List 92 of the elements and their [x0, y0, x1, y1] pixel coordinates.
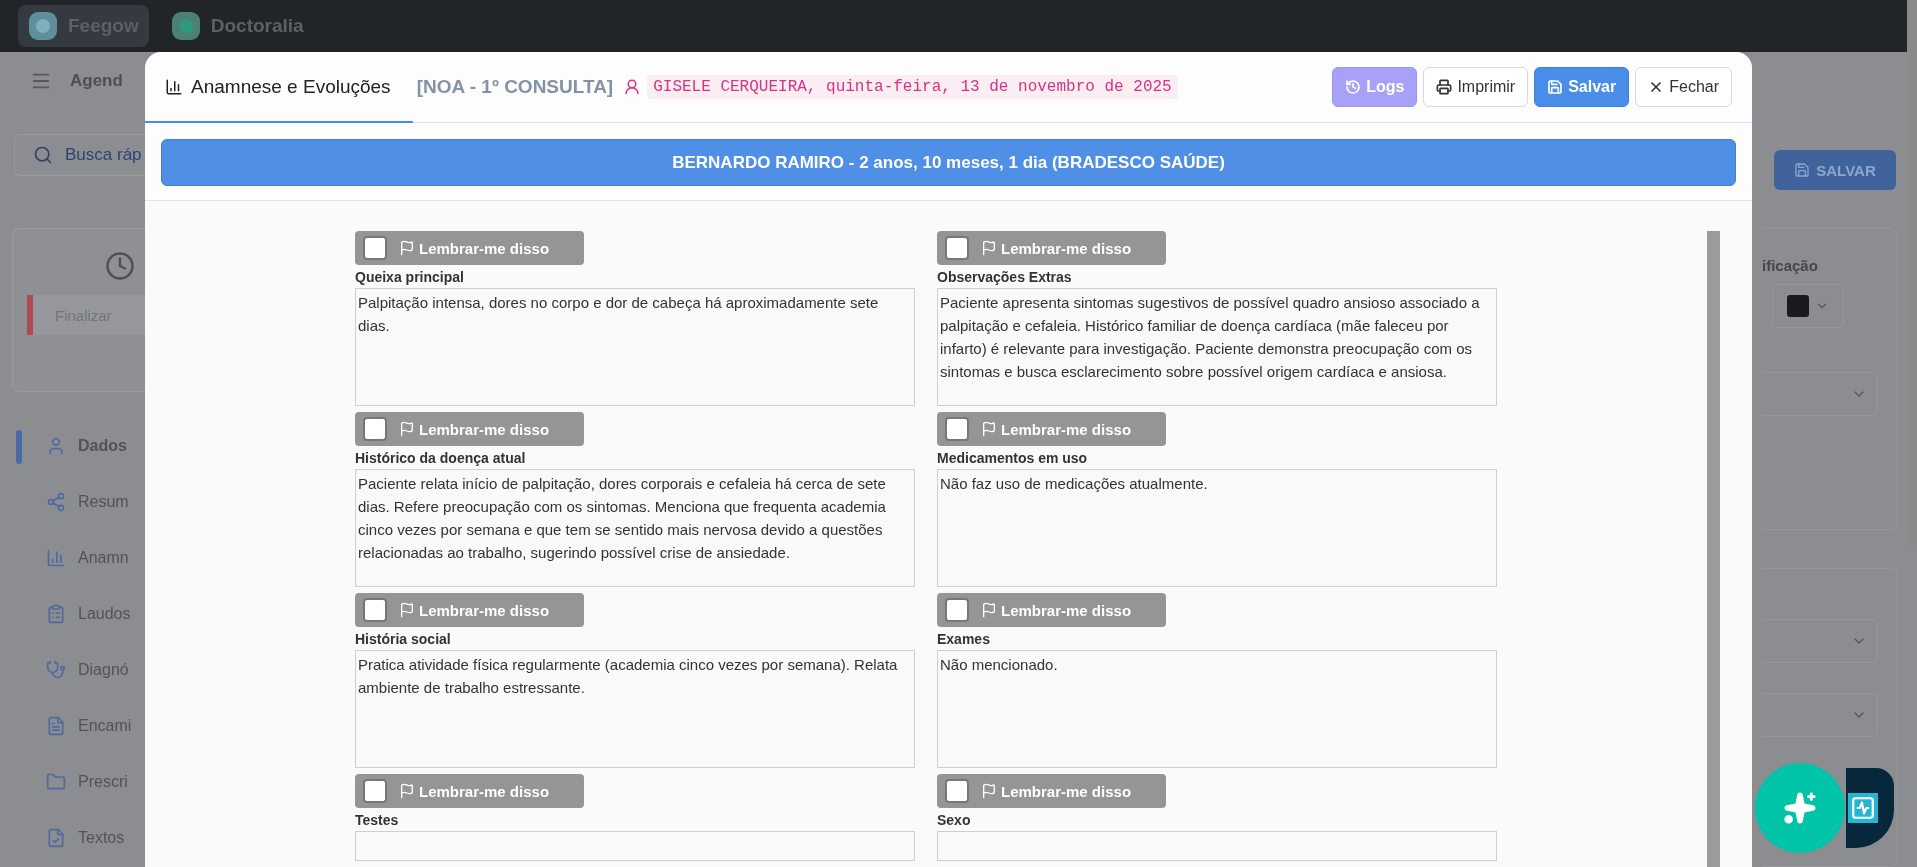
field-label: História social: [355, 631, 452, 647]
text-area[interactable]: Pratica atividade física regularmente (academia cinco vezes por semana). Relata ambiente de trabalho estressante.: [355, 650, 915, 768]
logo-icon: [170, 11, 201, 41]
flag-icon: [399, 240, 415, 256]
flag-icon: [399, 421, 415, 437]
flag-icon: [981, 783, 997, 799]
chart-icon: [165, 77, 183, 96]
field-label: Testes: [355, 812, 400, 828]
checkbox[interactable]: [945, 236, 969, 260]
appointment-type: [NOA - 1º CONSULTA]: [416, 76, 614, 98]
text-area[interactable]: Paciente relata início de palpitação, dores corporais e cefaleia há cerca de sete dias. Refere preocupação com os sintomas. Menciona que frequenta academia cinco vezes por semana e que tem se sentido mais nervosa devido a questões relacionadas ao trabalho, sugerindo possível crise de ansiedade.: [355, 469, 915, 587]
checkbox[interactable]: [945, 417, 969, 441]
nav-icon: [46, 436, 66, 456]
logo-icon: [28, 11, 58, 41]
save-icon: [1547, 79, 1564, 95]
text-area[interactable]: Não mencionado.: [937, 650, 1497, 768]
color-picker[interactable]: [1772, 284, 1844, 328]
field-label: Observações Extras: [937, 269, 1073, 285]
nav-icon: [46, 492, 66, 512]
reminder-label: Lembrar-me disso: [419, 601, 550, 619]
activity-icon: [1848, 793, 1878, 823]
reminder-label: Lembrar-me disso: [1001, 239, 1132, 257]
monitor-button[interactable]: [1846, 768, 1894, 848]
reminder-label: Lembrar-me disso: [1001, 601, 1132, 619]
nav-icon: [46, 716, 66, 736]
save-icon: [1794, 162, 1811, 178]
app-tab[interactable]: Doctoralia: [160, 5, 314, 47]
checkbox[interactable]: [945, 779, 969, 803]
nav-item[interactable]: Textos: [0, 810, 145, 866]
flag-icon: [981, 602, 997, 618]
field-label: Queixa principal: [355, 269, 465, 285]
patient-info: GISELE CERQUEIRA, quinta-feira, 13 de novembro de 2025: [647, 75, 1178, 99]
reminder-toggle[interactable]: Lembrar-me disso: [355, 412, 584, 446]
select-field[interactable]: [1762, 372, 1878, 416]
reminder-label: Lembrar-me disso: [1001, 782, 1132, 800]
nav-icon: [46, 660, 66, 680]
checkbox[interactable]: [363, 779, 387, 803]
reminder-toggle[interactable]: Lembrar-me disso: [937, 593, 1166, 627]
nav-icon: [46, 604, 66, 624]
reminder-toggle[interactable]: Lembrar-me disso: [937, 774, 1166, 808]
nav-item[interactable]: Resum: [0, 474, 145, 530]
reminder-label: Lembrar-me disso: [1001, 420, 1132, 438]
checkbox[interactable]: [363, 598, 387, 622]
patient-banner[interactable]: BERNARDO RAMIRO - 2 anos, 10 meses, 1 dia (BRADESCO SAÚDE): [161, 139, 1736, 186]
nav-icon: [46, 548, 66, 568]
field-label: Sexo: [937, 812, 972, 828]
text-area[interactable]: Paciente apresenta sintomas sugestivos de possível quadro ansioso associado a palpitação e cefaleia. Histórico familiar de doença cardíaca (mãe faleceu por infarto) é relevante para investigação. Paciente demonstra preocupação com os sintomas e busca esclarecimento sobre possível origem cardíaca e ansiosa.: [937, 288, 1497, 406]
select-field[interactable]: [1762, 619, 1878, 663]
close-button[interactable]: Fechar: [1635, 67, 1732, 107]
nav-item[interactable]: Dados: [0, 418, 145, 474]
flag-icon: [981, 240, 997, 256]
checkbox[interactable]: [363, 417, 387, 441]
field-label: Histórico da doença atual: [355, 450, 527, 466]
sparkles-icon: [1783, 791, 1817, 825]
save-button[interactable]: SALVAR: [1774, 150, 1896, 190]
nav-item[interactable]: Laudos: [0, 586, 145, 642]
person-icon: [623, 78, 642, 96]
nav-item[interactable]: Diagnó: [0, 642, 145, 698]
logs-button[interactable]: Logs: [1332, 67, 1418, 107]
field-label: ificação: [1762, 257, 1819, 274]
nav-item[interactable]: Encami: [0, 698, 145, 754]
text-area[interactable]: Palpitação intensa, dores no corpo e dor de cabeça há aproximadamente sete dias.: [355, 288, 915, 406]
checkbox[interactable]: [945, 598, 969, 622]
reminder-toggle[interactable]: Lembrar-me disso: [937, 231, 1166, 265]
save-button[interactable]: Salvar: [1534, 67, 1630, 107]
reminder-label: Lembrar-me disso: [419, 239, 550, 257]
print-button[interactable]: Imprimir: [1423, 67, 1529, 107]
nav-item[interactable]: Anamn: [0, 530, 145, 586]
reminder-label: Lembrar-me disso: [419, 420, 550, 438]
clock-icon: [105, 251, 135, 281]
print-icon: [1436, 79, 1453, 95]
reminder-toggle[interactable]: Lembrar-me disso: [355, 231, 584, 265]
text-area[interactable]: Não faz uso de medicações atualmente.: [937, 469, 1497, 587]
logs-icon: [1345, 79, 1362, 95]
search-icon: [33, 145, 53, 165]
scrollbar[interactable]: [1707, 231, 1720, 867]
page-title: Agend: [70, 71, 123, 91]
nav-icon: [46, 772, 66, 792]
field-label: Medicamentos em uso: [937, 450, 1089, 466]
field-label: Exames: [937, 631, 991, 647]
select-field[interactable]: [1762, 693, 1878, 737]
nav-icon: [46, 828, 66, 848]
reminder-toggle[interactable]: Lembrar-me disso: [355, 774, 584, 808]
nav-item[interactable]: Prescri: [0, 754, 145, 810]
reminder-toggle[interactable]: Lembrar-me disso: [937, 412, 1166, 446]
reminder-toggle[interactable]: Lembrar-me disso: [355, 593, 584, 627]
flag-icon: [399, 783, 415, 799]
flag-icon: [981, 421, 997, 437]
flag-icon: [399, 602, 415, 618]
scrollbar[interactable]: [1907, 0, 1917, 545]
reminder-label: Lembrar-me disso: [419, 782, 550, 800]
checkbox[interactable]: [363, 236, 387, 260]
